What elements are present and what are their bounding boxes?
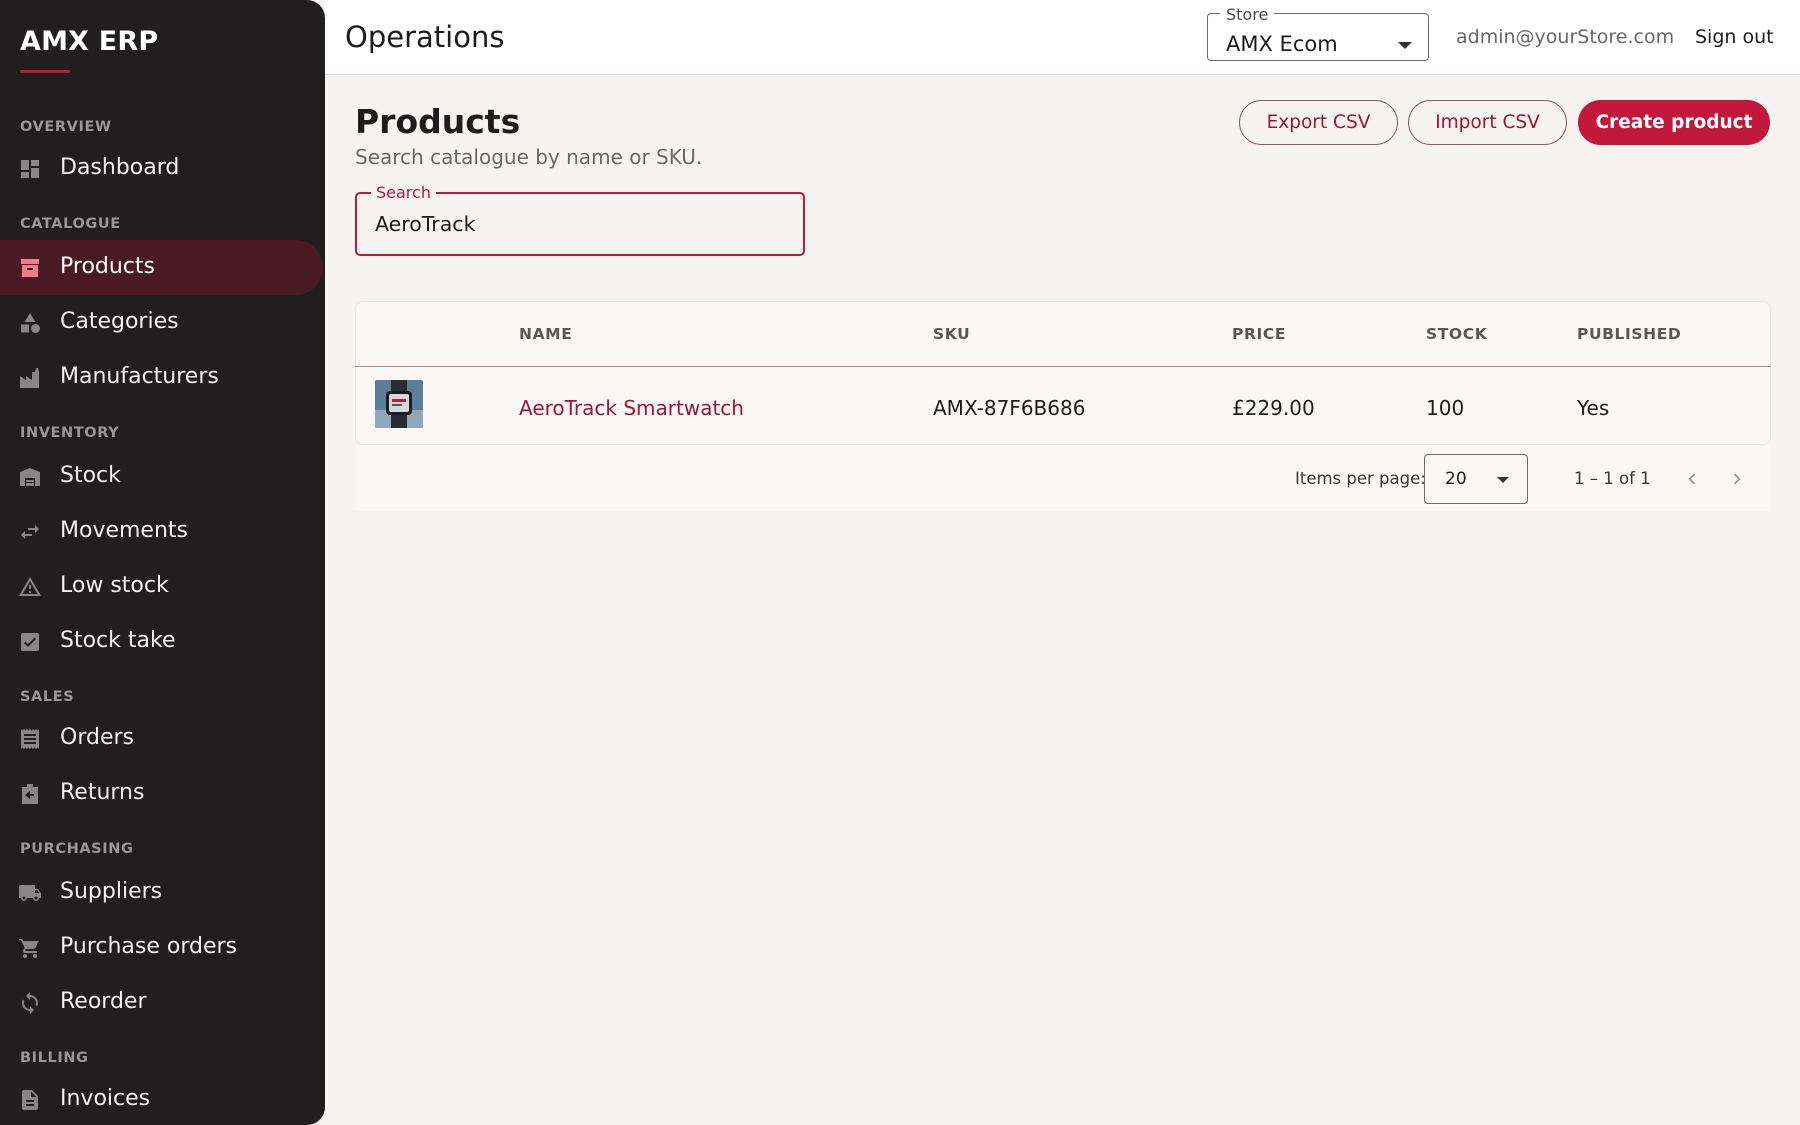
user-email: admin@yourStore.com	[1456, 26, 1675, 48]
app-section-title: Operations	[345, 20, 505, 54]
table-header-divider	[355, 366, 1771, 367]
previous-page-button[interactable]	[1681, 468, 1703, 490]
column-header-published[interactable]: PUBLISHED	[1577, 325, 1681, 343]
sidebar-item-purchase-orders[interactable]: Purchase orders	[0, 920, 325, 975]
sidebar-item-manufacturers[interactable]: Manufacturers	[0, 350, 325, 405]
search-field[interactable]: Search	[355, 183, 805, 256]
truck-icon	[18, 881, 42, 905]
sidebar-item-movements[interactable]: Movements	[0, 504, 325, 559]
chevron-right-icon	[1733, 473, 1741, 485]
sidebar-item-label: Reorder	[60, 989, 147, 1014]
sidebar-item-label: Movements	[60, 518, 188, 543]
section-label-catalogue: CATALOGUE	[20, 216, 121, 232]
search-field-label: Search	[371, 183, 436, 202]
swap-arrows-icon	[18, 520, 42, 544]
smartwatch-thumbnail	[375, 380, 423, 428]
sidebar-item-label: Invoices	[60, 1086, 151, 1111]
sidebar-item-stock[interactable]: Stock	[0, 449, 325, 504]
export-csv-button[interactable]: Export CSV	[1239, 100, 1398, 145]
section-label-billing: BILLING	[20, 1050, 89, 1066]
sidebar-item-orders[interactable]: Orders	[0, 711, 325, 766]
sidebar-item-categories[interactable]: Categories	[0, 295, 325, 350]
sidebar-item-label: Purchase orders	[60, 934, 238, 959]
search-input[interactable]	[375, 212, 775, 236]
column-header-stock[interactable]: STOCK	[1426, 325, 1487, 343]
import-csv-button[interactable]: Import CSV	[1408, 100, 1567, 145]
chevron-left-icon	[1688, 473, 1696, 485]
top-bar: Operations Store AMX Ecom admin@yourStor…	[325, 0, 1800, 75]
warehouse-icon	[18, 465, 42, 489]
sidebar-item-label: Orders	[60, 725, 134, 750]
items-per-page-label: Items per page:	[1295, 469, 1426, 488]
section-label-sales: SALES	[20, 689, 75, 705]
dashboard-icon	[18, 157, 42, 181]
sidebar-item-label: Manufacturers	[60, 364, 219, 389]
factory-icon	[18, 366, 42, 390]
next-page-button[interactable]	[1726, 468, 1748, 490]
items-per-page-value: 20	[1445, 469, 1467, 489]
product-stock: 100	[1426, 396, 1465, 420]
sidebar-item-low-stock[interactable]: Low stock	[0, 559, 325, 614]
column-header-sku[interactable]: SKU	[933, 325, 970, 343]
create-product-button[interactable]: Create product	[1578, 100, 1770, 145]
sign-out-button[interactable]: Sign out	[1695, 26, 1774, 48]
store-select[interactable]: Store AMX Ecom	[1207, 5, 1429, 61]
sidebar-item-suppliers[interactable]: Suppliers	[0, 865, 325, 920]
checklist-icon	[18, 630, 42, 654]
paginator	[355, 445, 1771, 511]
sidebar-item-label: Stock take	[60, 628, 176, 653]
sidebar-item-label: Dashboard	[60, 155, 180, 180]
sidebar-item-label: Returns	[60, 780, 145, 805]
receipt-icon	[18, 727, 42, 751]
products-table	[355, 301, 1771, 445]
product-price: £229.00	[1232, 396, 1315, 420]
sidebar-item-returns[interactable]: Returns	[0, 766, 325, 821]
section-label-purchasing: PURCHASING	[20, 841, 134, 857]
sidebar-item-label: Suppliers	[60, 879, 163, 904]
section-label-overview: OVERVIEW	[20, 119, 112, 135]
cart-icon	[18, 936, 42, 960]
sidebar-item-label: Stock	[60, 463, 121, 488]
refresh-icon	[18, 991, 42, 1015]
column-header-price[interactable]: PRICE	[1232, 325, 1286, 343]
document-icon	[18, 1088, 42, 1112]
archive-icon	[18, 256, 42, 280]
return-box-icon	[18, 782, 42, 806]
sidebar-item-stock-take[interactable]: Stock take	[0, 614, 325, 669]
page-range-label: 1 – 1 of 1	[1574, 469, 1651, 488]
page-subtitle: Search catalogue by name or SKU.	[355, 145, 703, 169]
sidebar-item-label: Low stock	[60, 573, 169, 598]
sidebar-item-products[interactable]: Products	[0, 240, 323, 295]
items-per-page-select[interactable]: 20	[1424, 454, 1528, 504]
sidebar-item-reorder[interactable]: Reorder	[0, 975, 325, 1030]
category-shapes-icon	[18, 311, 42, 335]
dropdown-caret-icon	[1497, 477, 1509, 483]
column-header-name[interactable]: NAME	[519, 325, 572, 343]
store-select-value: AMX Ecom	[1226, 32, 1338, 56]
brand-underline	[20, 70, 70, 73]
page-title: Products	[355, 102, 521, 141]
product-published: Yes	[1577, 396, 1610, 420]
dropdown-caret-icon	[1398, 42, 1412, 49]
sidebar-item-label: Categories	[60, 309, 179, 334]
sidebar-item-dashboard[interactable]: Dashboard	[0, 141, 325, 196]
brand-logo: AMX ERP	[20, 26, 159, 57]
sidebar-item-label: Products	[60, 254, 155, 279]
sidebar: AMX ERP OVERVIEW Dashboard CATALOGUE Pro…	[0, 0, 325, 1125]
warning-icon	[18, 575, 42, 599]
sidebar-item-invoices[interactable]: Invoices	[0, 1072, 325, 1125]
store-select-label: Store	[1220, 5, 1275, 24]
section-label-inventory: INVENTORY	[20, 425, 120, 441]
product-name-link[interactable]: AeroTrack Smartwatch	[519, 396, 744, 420]
product-sku: AMX-87F6B686	[933, 396, 1086, 420]
